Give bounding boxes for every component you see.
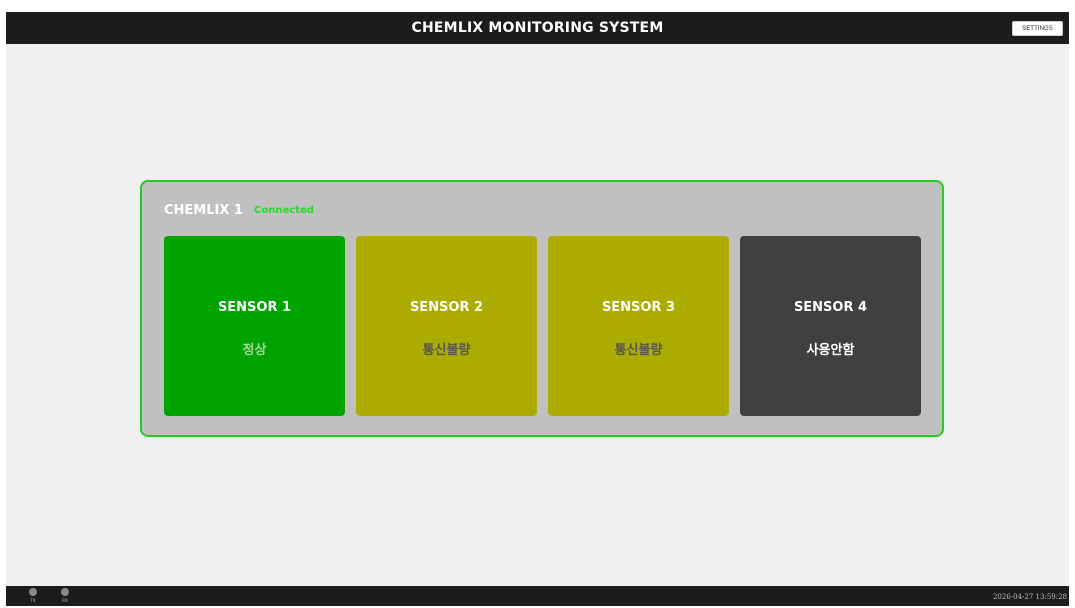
led-indicator-icon xyxy=(29,588,37,596)
sensor-tile-1[interactable]: SENSOR 1 정상 xyxy=(164,236,345,416)
settings-button[interactable]: SETTINGS xyxy=(1012,21,1063,36)
sensor-state: 사용안함 xyxy=(806,343,855,358)
sensor-label: SENSOR 2 xyxy=(409,300,484,315)
title-bar: CHEMLIX MONITORING SYSTEM SETTINGS xyxy=(6,12,1069,44)
device-panel: CHEMLIX 1 Connected SENSOR 1 정상 SENSOR 2… xyxy=(140,180,944,437)
led-indicator-icon xyxy=(61,588,69,596)
sensor-tile-4[interactable]: SENSOR 4 사용안함 xyxy=(740,236,921,416)
sensor-label: SENSOR 4 xyxy=(793,300,868,315)
sensor-tile-2[interactable]: SENSOR 2 통신불량 xyxy=(356,236,537,416)
tx-indicator: TX xyxy=(26,588,40,606)
app-title: CHEMLIX MONITORING SYSTEM xyxy=(411,20,664,36)
rx-indicator: RX xyxy=(58,588,72,606)
sensor-state: 통신불량 xyxy=(614,343,663,358)
sensor-tile-3[interactable]: SENSOR 3 통신불량 xyxy=(548,236,729,416)
sensor-label: SENSOR 1 xyxy=(217,300,292,315)
sensor-state: 통신불량 xyxy=(422,343,471,358)
tx-indicator-label: TX xyxy=(30,598,36,603)
device-connection-status: Connected xyxy=(254,205,314,216)
app-window: CHEMLIX MONITORING SYSTEM SETTINGS CHEML… xyxy=(6,12,1069,606)
status-bar: TX RX 2026-04-27 13:59:28 xyxy=(6,586,1069,606)
device-header: CHEMLIX 1 Connected xyxy=(164,200,314,218)
device-name: CHEMLIX 1 xyxy=(164,203,243,218)
sensor-state: 정상 xyxy=(242,343,267,358)
datetime-display: 2026-04-27 13:59:28 xyxy=(992,593,1067,601)
rx-indicator-label: RX xyxy=(62,598,68,603)
sensor-label: SENSOR 3 xyxy=(601,300,676,315)
